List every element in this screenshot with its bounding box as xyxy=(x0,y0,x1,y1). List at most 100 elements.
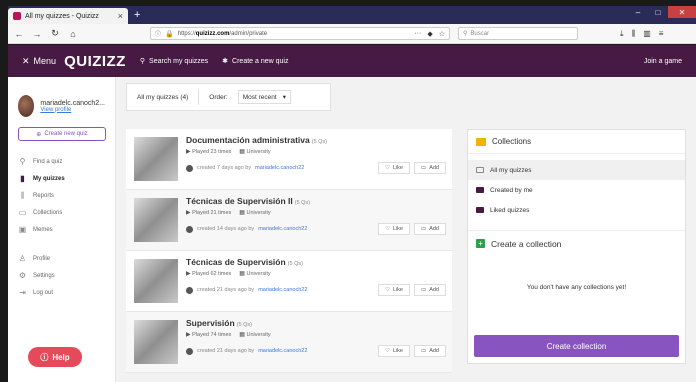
menu-label: Menu xyxy=(33,56,57,66)
url-bar[interactable]: ⓘ 🔒 https://quizizz.com/admin/private ··… xyxy=(150,27,450,40)
window-close-icon[interactable]: ✕ xyxy=(668,6,696,18)
sidebar-toggle-icon[interactable]: ▥ xyxy=(643,29,651,39)
sidebar-item-profile[interactable]: ♙ Profile xyxy=(18,250,105,267)
quiz-title[interactable]: Documentación administrativa (5 Qs) xyxy=(186,135,446,145)
new-tab-button[interactable]: + xyxy=(134,9,140,21)
quiz-footer: created 7 days ago by mariadelc.canoch22… xyxy=(186,162,446,174)
created-text: created 7 days ago by xyxy=(197,165,252,171)
caret-down-icon: ▾ xyxy=(282,94,286,101)
quiz-title[interactable]: Técnicas de Supervisión II (5 Qs) xyxy=(186,196,446,206)
add-button[interactable]: ▭ Add xyxy=(414,223,446,235)
sidebar-item-log-out[interactable]: ⇥ Log out xyxy=(18,284,105,301)
sidebar-item-label: My quizzes xyxy=(33,175,65,182)
main-content: All my quizzes (4) Order: Most recent ▾ … xyxy=(116,77,696,382)
quiz-list: Documentación administrativa (5 Qs) ▶ Pla… xyxy=(126,129,452,373)
tab-close-icon[interactable]: × xyxy=(118,11,123,21)
author-link[interactable]: mariadelc.canoch22 xyxy=(258,348,307,354)
sidebar-item-settings[interactable]: ⚙ Settings xyxy=(18,267,105,284)
create-link-label: Create a new quiz xyxy=(232,57,289,65)
create-collection-button[interactable]: Create collection xyxy=(474,335,679,357)
join-game-link[interactable]: Join a game xyxy=(644,58,682,65)
collection-item-liked-quizzes[interactable]: Liked quizzes xyxy=(468,200,685,220)
collection-label: Liked quizzes xyxy=(490,206,530,214)
collection-item-all-my-quizzes[interactable]: All my quizzes xyxy=(468,160,685,180)
quiz-icon: ▮ xyxy=(20,174,25,183)
quiz-meta: ▶ Played 21 times ▦ University xyxy=(186,210,271,216)
sidebar-item-my-quizzes[interactable]: ▮ My quizzes xyxy=(18,170,105,187)
sidebar-item-memes[interactable]: ▣ Memes xyxy=(18,221,105,238)
create-new-quiz-link[interactable]: ✱ Create a new quiz xyxy=(222,57,289,66)
quiz-meta: ▶ Played 74 times ▦ University xyxy=(186,332,271,338)
window-controls: – □ ✕ xyxy=(628,6,696,20)
page-actions-icon[interactable]: ··· xyxy=(414,30,421,38)
bookmark-star-icon[interactable]: ☆ xyxy=(439,30,445,38)
filter-bar: All my quizzes (4) Order: Most recent ▾ xyxy=(126,83,331,111)
quiz-title[interactable]: Técnicas de Supervisión (5 Qs) xyxy=(186,257,446,267)
minimize-icon[interactable]: – xyxy=(628,6,648,18)
avatar[interactable] xyxy=(18,95,35,117)
home-icon[interactable]: ⌂ xyxy=(68,29,78,39)
forward-icon[interactable]: → xyxy=(32,29,42,39)
created-text: created 21 days ago by xyxy=(197,287,255,293)
like-button[interactable]: ♡ Like xyxy=(377,162,410,174)
create-collection-link[interactable]: + Create a collection xyxy=(468,230,685,256)
menu-button[interactable]: ✕ Menu xyxy=(22,56,56,67)
hamburger-menu-icon[interactable]: ≡ xyxy=(659,29,664,39)
sidebar-item-reports[interactable]: ⫼ Reports xyxy=(18,187,105,204)
play-icon: ▶ xyxy=(186,271,191,277)
download-icon[interactable]: ⤓ xyxy=(620,29,624,39)
quizizz-logo[interactable]: QUIZIZZ xyxy=(64,53,126,70)
author-link[interactable]: mariadelc.canoch22 xyxy=(258,226,307,232)
help-button[interactable]: ⓘ Help xyxy=(28,347,82,367)
collections-list: All my quizzes Created by me Liked quizz… xyxy=(468,154,685,220)
quiz-count-label[interactable]: All my quizzes (4) xyxy=(137,94,188,101)
create-new-quiz-button[interactable]: ⊕ Create new quiz xyxy=(18,127,106,141)
collection-label: All my quizzes xyxy=(490,166,532,174)
sidebar-item-find-a-quiz[interactable]: ⚲ Find a quiz xyxy=(18,153,105,170)
collection-item-created-by-me[interactable]: Created by me xyxy=(468,180,685,200)
like-button[interactable]: ♡ Like xyxy=(377,223,410,235)
browser-search-input[interactable]: ⚲ Buscar xyxy=(458,27,578,40)
sidebar-item-collections[interactable]: ▭ Collections xyxy=(18,204,105,221)
quiz-footer: created 21 days ago by mariadelc.canoch2… xyxy=(186,284,446,296)
quiz-card[interactable]: Técnicas de Supervisión II (5 Qs) ▶ Playe… xyxy=(126,190,452,251)
reload-icon[interactable]: ↻ xyxy=(50,28,60,39)
profile-block: mariadelc.canoch2... View profile xyxy=(18,95,105,117)
sidebar-item-label: Reports xyxy=(33,192,55,199)
quiz-title[interactable]: Supervisión (5 Qs) xyxy=(186,318,446,328)
search-icon: ⚲ xyxy=(19,157,26,166)
add-button[interactable]: ▭ Add xyxy=(414,284,446,296)
back-icon[interactable]: ← xyxy=(14,29,24,39)
gear-icon: ✱ xyxy=(222,58,229,65)
order-select[interactable]: Most recent ▾ xyxy=(237,90,291,104)
tab-title: All my quizzes - Quizizz xyxy=(25,12,99,20)
search-my-quizzes-link[interactable]: ⚲ Search my quizzes xyxy=(140,57,208,66)
question-icon: ⓘ xyxy=(40,352,49,362)
author-link[interactable]: mariadelc.canoch22 xyxy=(258,287,307,293)
heart-icon: ♡ xyxy=(384,348,390,354)
collections-header: Collections xyxy=(468,130,685,154)
author-avatar xyxy=(186,225,193,233)
sidebar-item-label: Collections xyxy=(33,209,63,216)
author-link[interactable]: mariadelc.canoch22 xyxy=(255,165,304,171)
quiz-card[interactable]: Técnicas de Supervisión (5 Qs) ▶ Played 6… xyxy=(126,251,452,312)
add-button[interactable]: ▭ Add xyxy=(414,345,446,357)
view-profile-link[interactable]: View profile xyxy=(40,107,105,113)
quiz-card[interactable]: Documentación administrativa (5 Qs) ▶ Pla… xyxy=(126,129,452,190)
library-icon[interactable]: ⫼ xyxy=(632,29,636,39)
grade-icon: ▦ xyxy=(239,210,245,216)
quiz-card[interactable]: Supervisión (5 Qs) ▶ Played 74 times ▦ Un… xyxy=(126,312,452,373)
like-button[interactable]: ♡ Like xyxy=(377,284,410,296)
quiz-footer: created 21 days ago by mariadelc.canoch2… xyxy=(186,345,446,357)
maximize-icon[interactable]: □ xyxy=(648,6,668,18)
folder-icon xyxy=(476,187,484,193)
browser-tab[interactable]: All my quizzes - Quizizz × xyxy=(8,8,128,24)
like-button[interactable]: ♡ Like xyxy=(377,345,410,357)
add-button[interactable]: ▭ Add xyxy=(414,162,446,174)
quiz-meta: ▶ Played 23 times ▦ University xyxy=(186,149,271,155)
info-icon[interactable]: ⓘ xyxy=(155,29,161,38)
sidebar-item-label: Profile xyxy=(33,255,51,262)
pocket-icon[interactable]: ◆ xyxy=(427,30,432,38)
collection-label: Created by me xyxy=(490,186,533,194)
heart-icon: ♡ xyxy=(384,287,390,293)
